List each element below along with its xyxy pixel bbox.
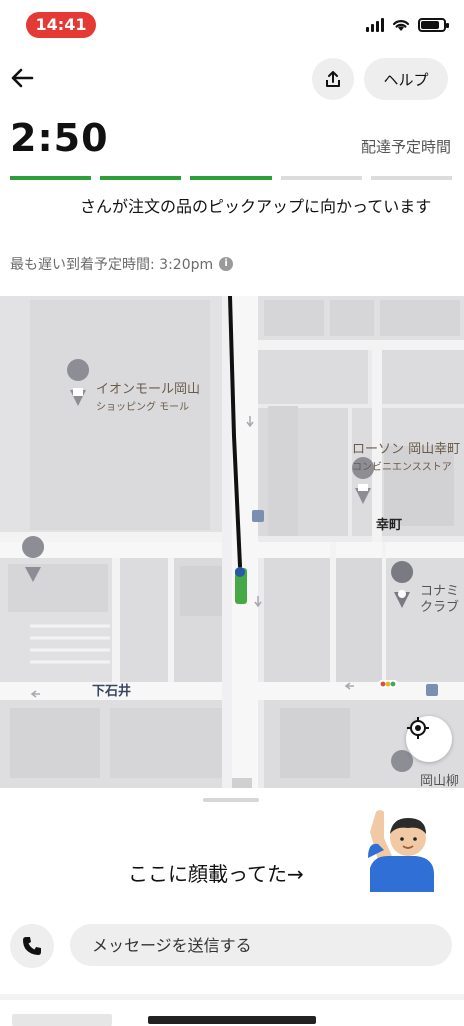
share-icon (326, 71, 340, 87)
map-view[interactable]: イオンモール岡山 ショッピング モール ローソン 岡山幸町 コンビニエンスストア… (0, 296, 464, 788)
crosshair-icon (407, 717, 429, 739)
status-bar: 14:41 (0, 0, 464, 50)
next-section-heading-partial (12, 1014, 112, 1026)
map-label-shimoishii: 下石井 (92, 684, 132, 699)
message-input[interactable] (70, 924, 452, 966)
status-icons (366, 18, 449, 32)
signal-icon (366, 18, 384, 32)
latest-eta: 最も遅い到着予定時間: 3:20pm i (10, 254, 234, 274)
share-button[interactable] (312, 58, 354, 100)
progress-step (10, 176, 92, 180)
call-button[interactable] (10, 924, 54, 968)
status-time: 14:41 (26, 12, 96, 38)
sheet-drag-handle[interactable] (203, 798, 259, 802)
help-button[interactable]: ヘルプ (364, 58, 448, 100)
raising-hand-emoji-icon (368, 810, 434, 892)
delivery-progress-bar (10, 176, 453, 180)
delivery-status-message: さんが注文の品のピックアップに向かっています (80, 197, 432, 216)
arrow-left-icon (11, 68, 34, 88)
map-label-lawson: ローソン 岡山幸町 (352, 442, 461, 457)
eta-time: 2:50 (10, 116, 109, 160)
progress-step (190, 176, 272, 180)
info-icon[interactable]: i (219, 257, 234, 271)
annotation-text: ここに顔載ってた→ (128, 862, 304, 886)
map-canvas (0, 296, 464, 788)
progress-step (280, 176, 362, 180)
map-label-okayama: 岡山柳 (420, 774, 460, 788)
phone-icon (23, 937, 41, 955)
progress-step (370, 176, 453, 180)
battery-icon (418, 18, 449, 32)
progress-step (100, 176, 182, 180)
section-divider (0, 994, 464, 1000)
map-label-konami-sub: クラブ (420, 600, 460, 615)
back-button[interactable] (6, 62, 38, 94)
map-label-saiwaicho: 幸町 (376, 518, 403, 533)
map-label-aeon-mall: イオンモール岡山 (96, 382, 201, 397)
wifi-icon (392, 20, 410, 31)
next-section-bar-partial (148, 1016, 316, 1024)
map-label-aeon-mall-type: ショッピング モール (96, 402, 190, 413)
eta-label: 配達予定時間 (360, 138, 451, 156)
bottom-sheet: ここに顔載ってた→ (0, 788, 464, 1026)
map-label-lawson-type: コンビニエンスストア (352, 462, 452, 473)
map-label-konami: コナミ (420, 584, 460, 599)
recenter-location-button[interactable] (406, 716, 452, 762)
